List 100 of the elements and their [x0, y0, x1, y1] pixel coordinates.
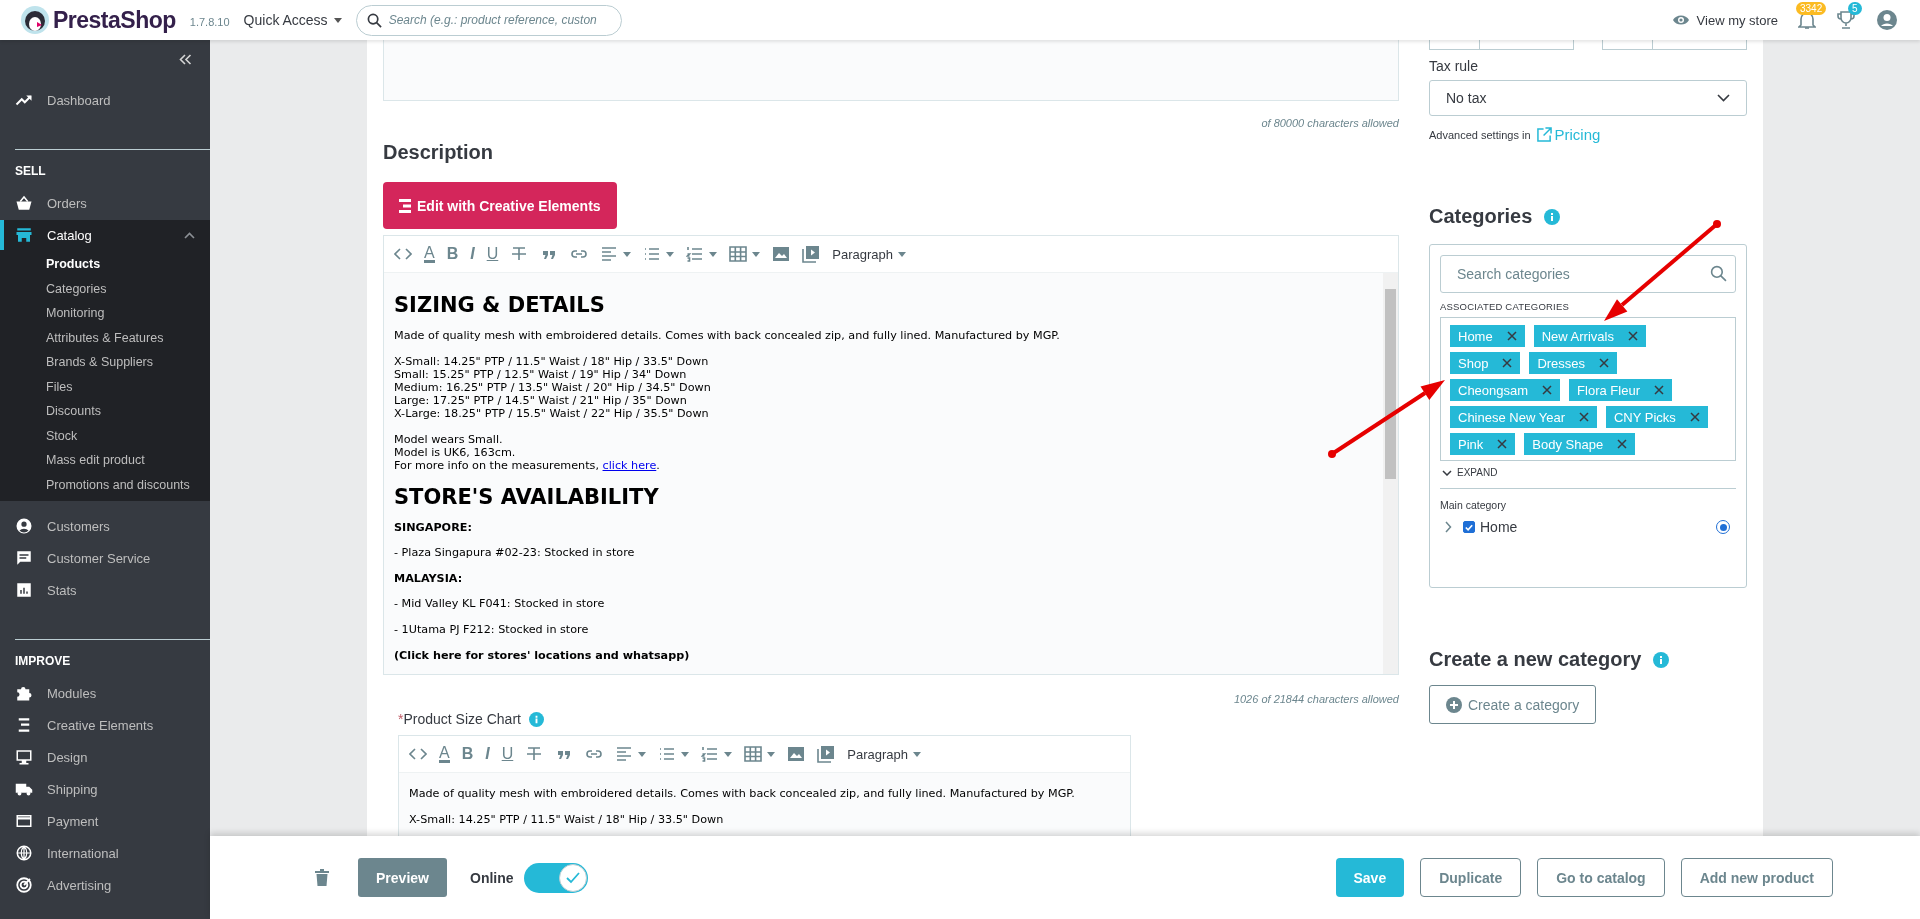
numbered-list-icon[interactable]: [686, 245, 705, 263]
table-icon[interactable]: [729, 245, 748, 263]
close-icon[interactable]: [1617, 439, 1628, 449]
info-icon[interactable]: [1653, 651, 1670, 668]
action-button[interactable]: Go to catalog: [1537, 858, 1665, 897]
close-icon[interactable]: [1542, 385, 1553, 395]
sidebar-item[interactable]: International: [0, 838, 210, 868]
user-avatar-icon[interactable]: [1876, 9, 1898, 31]
bullet-list-icon[interactable]: [643, 245, 662, 263]
search-field[interactable]: Search (e.g.: product reference, custon: [355, 4, 622, 36]
format-dropdown[interactable]: Paragraph: [832, 246, 893, 262]
strikethrough-icon[interactable]: [525, 745, 544, 763]
action-button[interactable]: Duplicate: [1420, 858, 1522, 897]
sidebar-subitem[interactable]: Categories: [0, 276, 210, 301]
caret-icon[interactable]: [623, 251, 632, 257]
chevron-icon[interactable]: [1444, 521, 1452, 533]
caret-icon[interactable]: [724, 751, 733, 757]
tree-item[interactable]: Home: [1480, 519, 1711, 535]
sidebar-subitem[interactable]: Mass edit product: [0, 448, 210, 473]
sidebar-item[interactable]: Customers: [0, 511, 210, 541]
close-icon[interactable]: [1653, 385, 1664, 395]
check-icon[interactable]: [565, 871, 580, 884]
online-toggle[interactable]: [523, 862, 588, 893]
sidebar-item[interactable]: Catalog: [0, 220, 210, 250]
quick-access-menu[interactable]: Quick Access: [243, 12, 342, 28]
collapse-icon[interactable]: [179, 54, 192, 65]
italic-button[interactable]: I: [470, 245, 475, 263]
text-color-button[interactable]: A: [424, 245, 435, 263]
sidebar-subitem[interactable]: Brands & Suppliers: [0, 350, 210, 375]
caret-icon[interactable]: [638, 751, 647, 757]
italic-button[interactable]: I: [485, 745, 490, 763]
search-icon[interactable]: [366, 12, 382, 28]
action-button[interactable]: Add new product: [1680, 858, 1833, 897]
caret-icon[interactable]: [912, 751, 921, 757]
view-store-link[interactable]: View my store: [1671, 12, 1778, 28]
caret-icon[interactable]: [666, 251, 675, 257]
close-icon[interactable]: [1627, 331, 1638, 341]
sidebar-item[interactable]: Payment: [0, 806, 210, 836]
sidebar-item[interactable]: Design: [0, 742, 210, 772]
trash-icon[interactable]: [315, 869, 329, 886]
sidebar-subitem[interactable]: Files: [0, 374, 210, 399]
info-icon[interactable]: [1544, 208, 1561, 225]
info-icon[interactable]: [528, 711, 544, 727]
sidebar-subitem[interactable]: Promotions and discounts: [0, 472, 210, 497]
close-icon[interactable]: [1502, 358, 1513, 368]
chevron-down-icon[interactable]: [1442, 469, 1452, 476]
tax-rule-select[interactable]: No tax: [1429, 80, 1747, 116]
sidebar-item[interactable]: Creative Elements: [0, 710, 210, 740]
bold-button[interactable]: B: [446, 245, 459, 263]
sidebar-item[interactable]: Stats: [0, 575, 210, 605]
sidebar-item[interactable]: Advertising: [0, 870, 210, 900]
sidebar-item[interactable]: Customer Service: [0, 543, 210, 573]
text-color-button[interactable]: A: [439, 745, 450, 763]
expand-button[interactable]: EXPAND: [1440, 467, 1500, 478]
sidebar-subitem[interactable]: Stock: [0, 423, 210, 448]
plus-circle-icon[interactable]: [1446, 696, 1462, 713]
video-icon[interactable]: [802, 245, 821, 263]
video-icon[interactable]: [817, 745, 836, 763]
preview-button[interactable]: Preview: [358, 858, 447, 897]
close-icon[interactable]: [1497, 439, 1508, 449]
strikethrough-icon[interactable]: [510, 245, 529, 263]
external-link-icon[interactable]: [1536, 127, 1552, 142]
sidebar-subitem[interactable]: Discounts: [0, 399, 210, 424]
edit-creative-elements-button[interactable]: Edit with Creative Elements: [383, 182, 617, 229]
create-category-button[interactable]: Create a category: [1429, 685, 1597, 724]
chevron-down-icon[interactable]: [1717, 94, 1730, 102]
rich-text-editor[interactable]: [383, 235, 1399, 675]
input-field[interactable]: [1602, 40, 1747, 50]
search-field[interactable]: Search categories: [1440, 255, 1736, 293]
image-icon[interactable]: [772, 245, 791, 263]
caret-icon[interactable]: [767, 751, 776, 757]
caret-icon[interactable]: [333, 17, 342, 23]
input-field[interactable]: [1429, 40, 1574, 50]
bullet-list-icon[interactable]: [658, 745, 677, 763]
close-icon[interactable]: [1599, 358, 1610, 368]
close-icon[interactable]: [1578, 412, 1589, 422]
caret-icon[interactable]: [681, 751, 690, 757]
sidebar-item[interactable]: Shipping: [0, 774, 210, 804]
scrollbar[interactable]: [1383, 273, 1398, 674]
underline-button[interactable]: U: [486, 245, 499, 263]
bold-button[interactable]: B: [461, 745, 474, 763]
close-icon[interactable]: [1689, 412, 1700, 422]
trophy-icon[interactable]: [1836, 10, 1856, 30]
image-icon[interactable]: [787, 745, 806, 763]
sidebar-subitem[interactable]: Attributes & Features: [0, 325, 210, 350]
table-icon[interactable]: [744, 745, 763, 763]
close-icon[interactable]: [1506, 331, 1517, 341]
format-dropdown[interactable]: Paragraph: [847, 746, 908, 762]
sidebar-item[interactable]: Modules: [0, 678, 210, 708]
sidebar-subitem[interactable]: Monitoring: [0, 301, 210, 326]
underline-button[interactable]: U: [501, 745, 514, 763]
sidebar-subitem[interactable]: Products: [0, 252, 210, 277]
checkbox[interactable]: [1463, 521, 1475, 533]
numbered-list-icon[interactable]: [701, 745, 720, 763]
eye-icon[interactable]: [1671, 14, 1690, 26]
align-left-icon[interactable]: [600, 245, 619, 263]
align-left-icon[interactable]: [615, 745, 634, 763]
caret-icon[interactable]: [752, 251, 761, 257]
caret-icon[interactable]: [897, 251, 906, 257]
sidebar-item[interactable]: Orders: [0, 188, 210, 218]
